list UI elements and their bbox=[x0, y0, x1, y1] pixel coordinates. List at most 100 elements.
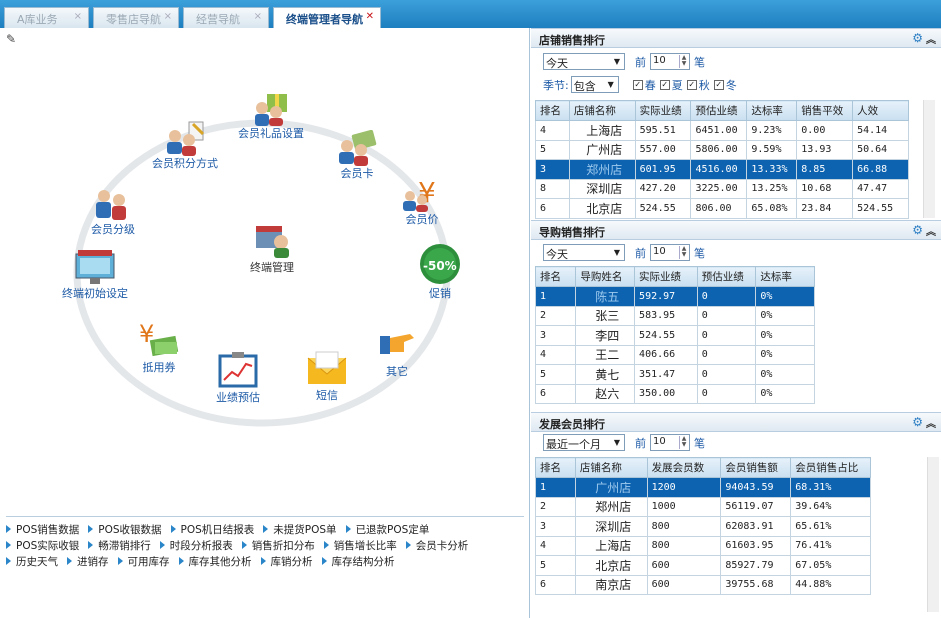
column-header[interactable]: 达标率 bbox=[755, 266, 815, 287]
settings-icon[interactable]: ⚙ bbox=[912, 223, 923, 237]
column-header[interactable]: 预估业绩 bbox=[690, 100, 748, 121]
summer-checkbox[interactable]: ✓ bbox=[659, 79, 670, 90]
period-select[interactable]: 最近一个月 ▼ bbox=[543, 434, 625, 451]
function-link[interactable]: 可用库存 bbox=[117, 553, 170, 569]
scrollbar[interactable] bbox=[927, 457, 939, 612]
terminal-init-node[interactable]: 终端初始设定 bbox=[60, 250, 130, 300]
coupon-node[interactable]: ¥ 抵用券 bbox=[124, 320, 194, 374]
function-link[interactable]: 畅滞销排行 bbox=[88, 537, 151, 553]
promotion-node[interactable]: -50% 促销 bbox=[405, 242, 475, 300]
column-header[interactable]: 发展会员数 bbox=[646, 457, 722, 478]
other-node[interactable]: 其它 bbox=[362, 324, 432, 378]
column-header[interactable]: 达标率 bbox=[746, 100, 798, 121]
member-card-node[interactable]: 会员卡 bbox=[322, 130, 392, 180]
member-gift-node[interactable]: 会员礼品设置 bbox=[236, 90, 306, 140]
function-link[interactable]: POS机日结报表 bbox=[170, 521, 254, 537]
column-header[interactable]: 会员销售占比 bbox=[790, 457, 871, 478]
season-filter-row: 季节: 包含 ▼ ✓ 春 ✓ 夏 ✓ 秋 ✓ 冬 bbox=[543, 76, 737, 93]
table-row[interactable]: 4 上海店 595.51 6451.00 9.23% 0.00 54.14 bbox=[535, 120, 909, 141]
column-header[interactable]: 店铺名称 bbox=[574, 457, 648, 478]
tab-business-nav[interactable]: 经营导航 × bbox=[183, 7, 269, 28]
table-row[interactable]: 1 陈五 592.97 0 0% bbox=[534, 286, 815, 307]
table-row[interactable]: 5 黄七 351.47 0 0% bbox=[534, 364, 815, 385]
close-icon[interactable]: ✕ bbox=[366, 11, 374, 22]
scrollbar[interactable] bbox=[923, 100, 935, 218]
column-header[interactable]: 人效 bbox=[852, 100, 909, 121]
tab-terminal-manager-nav[interactable]: 终端管理者导航 ✕ bbox=[273, 7, 381, 28]
table-row[interactable]: 2 张三 583.95 0 0% bbox=[534, 305, 815, 326]
close-icon[interactable]: × bbox=[254, 11, 262, 22]
member-points-node[interactable]: 会员积分方式 bbox=[150, 120, 220, 170]
table-row[interactable]: 3 深圳店 800 62083.91 65.61% bbox=[535, 516, 871, 537]
table-row[interactable]: 4 上海店 800 61603.95 76.41% bbox=[535, 535, 871, 556]
autumn-checkbox[interactable]: ✓ bbox=[686, 79, 697, 90]
collapse-icon[interactable]: ︽ bbox=[926, 223, 936, 238]
column-header[interactable]: 会员销售额 bbox=[720, 457, 792, 478]
table-row[interactable]: 4 王二 406.66 0 0% bbox=[534, 344, 815, 365]
tab-retail-nav[interactable]: 零售店导航 × bbox=[93, 7, 179, 28]
table-row[interactable]: 3 郑州店 601.95 4516.00 13.33% 8.85 66.88 bbox=[535, 159, 909, 180]
function-link[interactable]: 时段分析报表 bbox=[159, 537, 233, 553]
top-n-stepper[interactable]: 10 ▲ ▼ bbox=[650, 244, 690, 261]
panel-title: 店铺销售排行 bbox=[539, 34, 605, 47]
top-n-stepper[interactable]: 10 ▲ ▼ bbox=[650, 434, 690, 451]
tab-a-business[interactable]: A库业务 × bbox=[4, 7, 89, 28]
settings-icon[interactable]: ⚙ bbox=[912, 31, 923, 45]
column-header[interactable]: 预估业绩 bbox=[696, 266, 757, 287]
member-level-node[interactable]: 会员分级 bbox=[78, 186, 148, 236]
season-mode-select[interactable]: 包含 ▼ bbox=[570, 76, 619, 93]
table-cell: 50.64 bbox=[852, 139, 909, 160]
function-link[interactable]: 销售增长比率 bbox=[323, 537, 397, 553]
close-icon[interactable]: × bbox=[164, 11, 172, 22]
settings-icon[interactable]: ⚙ bbox=[912, 415, 923, 429]
table-cell: 1 bbox=[535, 477, 576, 498]
period-select[interactable]: 今天 ▼ bbox=[543, 53, 625, 70]
sms-node[interactable]: 短信 bbox=[292, 348, 362, 402]
column-header[interactable]: 排名 bbox=[535, 457, 576, 478]
panel-header: 发展会员排行 ⚙ ︽ bbox=[531, 412, 941, 432]
table-row[interactable]: 6 北京店 524.55 806.00 65.08% 23.84 524.55 bbox=[535, 198, 909, 219]
column-header[interactable]: 店铺名称 bbox=[568, 100, 636, 121]
table-cell: 5806.00 bbox=[690, 139, 748, 160]
table-row[interactable]: 6 赵六 350.00 0 0% bbox=[534, 383, 815, 404]
collapse-icon[interactable]: ︽ bbox=[926, 415, 936, 430]
table-row[interactable]: 5 广州店 557.00 5806.00 9.59% 13.93 50.64 bbox=[535, 139, 909, 160]
close-icon[interactable]: × bbox=[74, 11, 82, 22]
function-link[interactable]: 库销分析 bbox=[260, 553, 313, 569]
winter-checkbox[interactable]: ✓ bbox=[713, 79, 724, 90]
column-header[interactable]: 排名 bbox=[535, 100, 570, 121]
column-header[interactable]: 销售平效 bbox=[796, 100, 854, 121]
spring-checkbox[interactable]: ✓ bbox=[632, 79, 643, 90]
table-cell: 94043.59 bbox=[720, 477, 792, 498]
top-n-stepper[interactable]: 10 ▲ ▼ bbox=[650, 53, 690, 70]
function-link[interactable]: POS实际收银 bbox=[6, 537, 79, 553]
period-select[interactable]: 今天 ▼ bbox=[543, 244, 625, 261]
function-link[interactable]: 库存结构分析 bbox=[321, 553, 395, 569]
column-header[interactable]: 导购姓名 bbox=[575, 266, 636, 287]
function-link[interactable]: 未提货POS单 bbox=[263, 521, 337, 537]
function-link[interactable]: 历史天气 bbox=[6, 553, 58, 569]
member-price-node[interactable]: ¥ 会员价 bbox=[387, 176, 457, 226]
function-link[interactable]: 库存其他分析 bbox=[178, 553, 252, 569]
table-row[interactable]: 1 广州店 1200 94043.59 68.31% bbox=[535, 477, 871, 498]
function-link[interactable]: 销售折扣分布 bbox=[241, 537, 315, 553]
column-header[interactable]: 实际业绩 bbox=[634, 100, 692, 121]
function-link[interactable]: 已退款POS定单 bbox=[345, 521, 429, 537]
terminal-management-node[interactable]: 终端管理 bbox=[237, 220, 307, 274]
table-header-row: 排名 店铺名称 实际业绩 预估业绩 达标率 销售平效 人效 bbox=[535, 100, 909, 121]
table-row[interactable]: 2 郑州店 1000 56119.07 39.64% bbox=[535, 496, 871, 517]
performance-forecast-node[interactable]: 业绩预估 bbox=[203, 350, 273, 404]
table-cell: 北京店 bbox=[568, 198, 636, 219]
table-row[interactable]: 8 深圳店 427.20 3225.00 13.25% 10.68 47.47 bbox=[535, 178, 909, 199]
table-row[interactable]: 3 李四 524.55 0 0% bbox=[534, 325, 815, 346]
table-row[interactable]: 6 南京店 600 39755.68 44.88% bbox=[535, 574, 871, 595]
column-header[interactable]: 排名 bbox=[534, 266, 577, 287]
column-header[interactable]: 实际业绩 bbox=[634, 266, 698, 287]
collapse-icon[interactable]: ︽ bbox=[926, 31, 936, 46]
table-cell: 1000 bbox=[646, 496, 722, 517]
function-link[interactable]: POS销售数据 bbox=[6, 521, 79, 537]
function-link[interactable]: POS收银数据 bbox=[88, 521, 162, 537]
function-link[interactable]: 会员卡分析 bbox=[405, 537, 468, 553]
function-link[interactable]: 进销存 bbox=[67, 553, 109, 569]
table-row[interactable]: 5 北京店 600 85927.79 67.05% bbox=[535, 555, 871, 576]
